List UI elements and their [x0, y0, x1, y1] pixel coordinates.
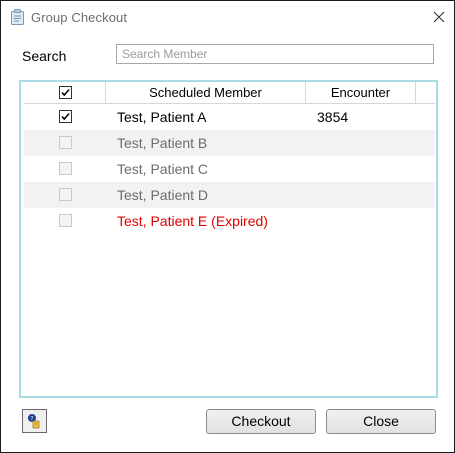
- encounter-number: 3854: [317, 109, 349, 125]
- close-icon[interactable]: [432, 10, 446, 24]
- member-name: Test, Patient B: [117, 135, 208, 151]
- grid-header: Scheduled Member Encounter: [24, 82, 435, 104]
- row-checkbox[interactable]: [59, 110, 72, 123]
- member-name-expired: Test, Patient E (Expired): [117, 213, 268, 229]
- row-checkbox: [59, 188, 72, 201]
- title-bar: Group Checkout: [1, 1, 454, 33]
- column-header-scheduled-member[interactable]: Scheduled Member: [106, 82, 306, 103]
- member-name: Test, Patient A: [117, 109, 207, 125]
- select-all-cell: [24, 82, 106, 103]
- close-button[interactable]: Close: [326, 409, 436, 434]
- help-icon: ?: [23, 414, 46, 436]
- table-row: Test, Patient D: [24, 182, 435, 208]
- help-button[interactable]: ?: [22, 409, 47, 433]
- select-all-checkbox[interactable]: [59, 86, 72, 99]
- window-title: Group Checkout: [31, 10, 128, 25]
- member-grid: Scheduled Member Encounter Test, Patient…: [19, 80, 438, 398]
- row-checkbox: [59, 136, 72, 149]
- row-checkbox: [59, 214, 72, 227]
- search-input[interactable]: [116, 44, 434, 64]
- checkout-button[interactable]: Checkout: [206, 409, 316, 434]
- column-header-encounter[interactable]: Encounter: [306, 82, 416, 103]
- table-row: Test, Patient B: [24, 130, 435, 156]
- group-checkout-window: Group Checkout Search Scheduled Member E…: [0, 0, 455, 453]
- table-row: Test, Patient C: [24, 156, 435, 182]
- member-name: Test, Patient C: [117, 161, 209, 177]
- table-row: Test, Patient E (Expired): [24, 208, 435, 234]
- clipboard-icon: [10, 9, 25, 25]
- row-checkbox: [59, 162, 72, 175]
- search-label: Search: [22, 48, 67, 64]
- table-row[interactable]: Test, Patient A 3854: [24, 104, 435, 130]
- member-name: Test, Patient D: [117, 187, 209, 203]
